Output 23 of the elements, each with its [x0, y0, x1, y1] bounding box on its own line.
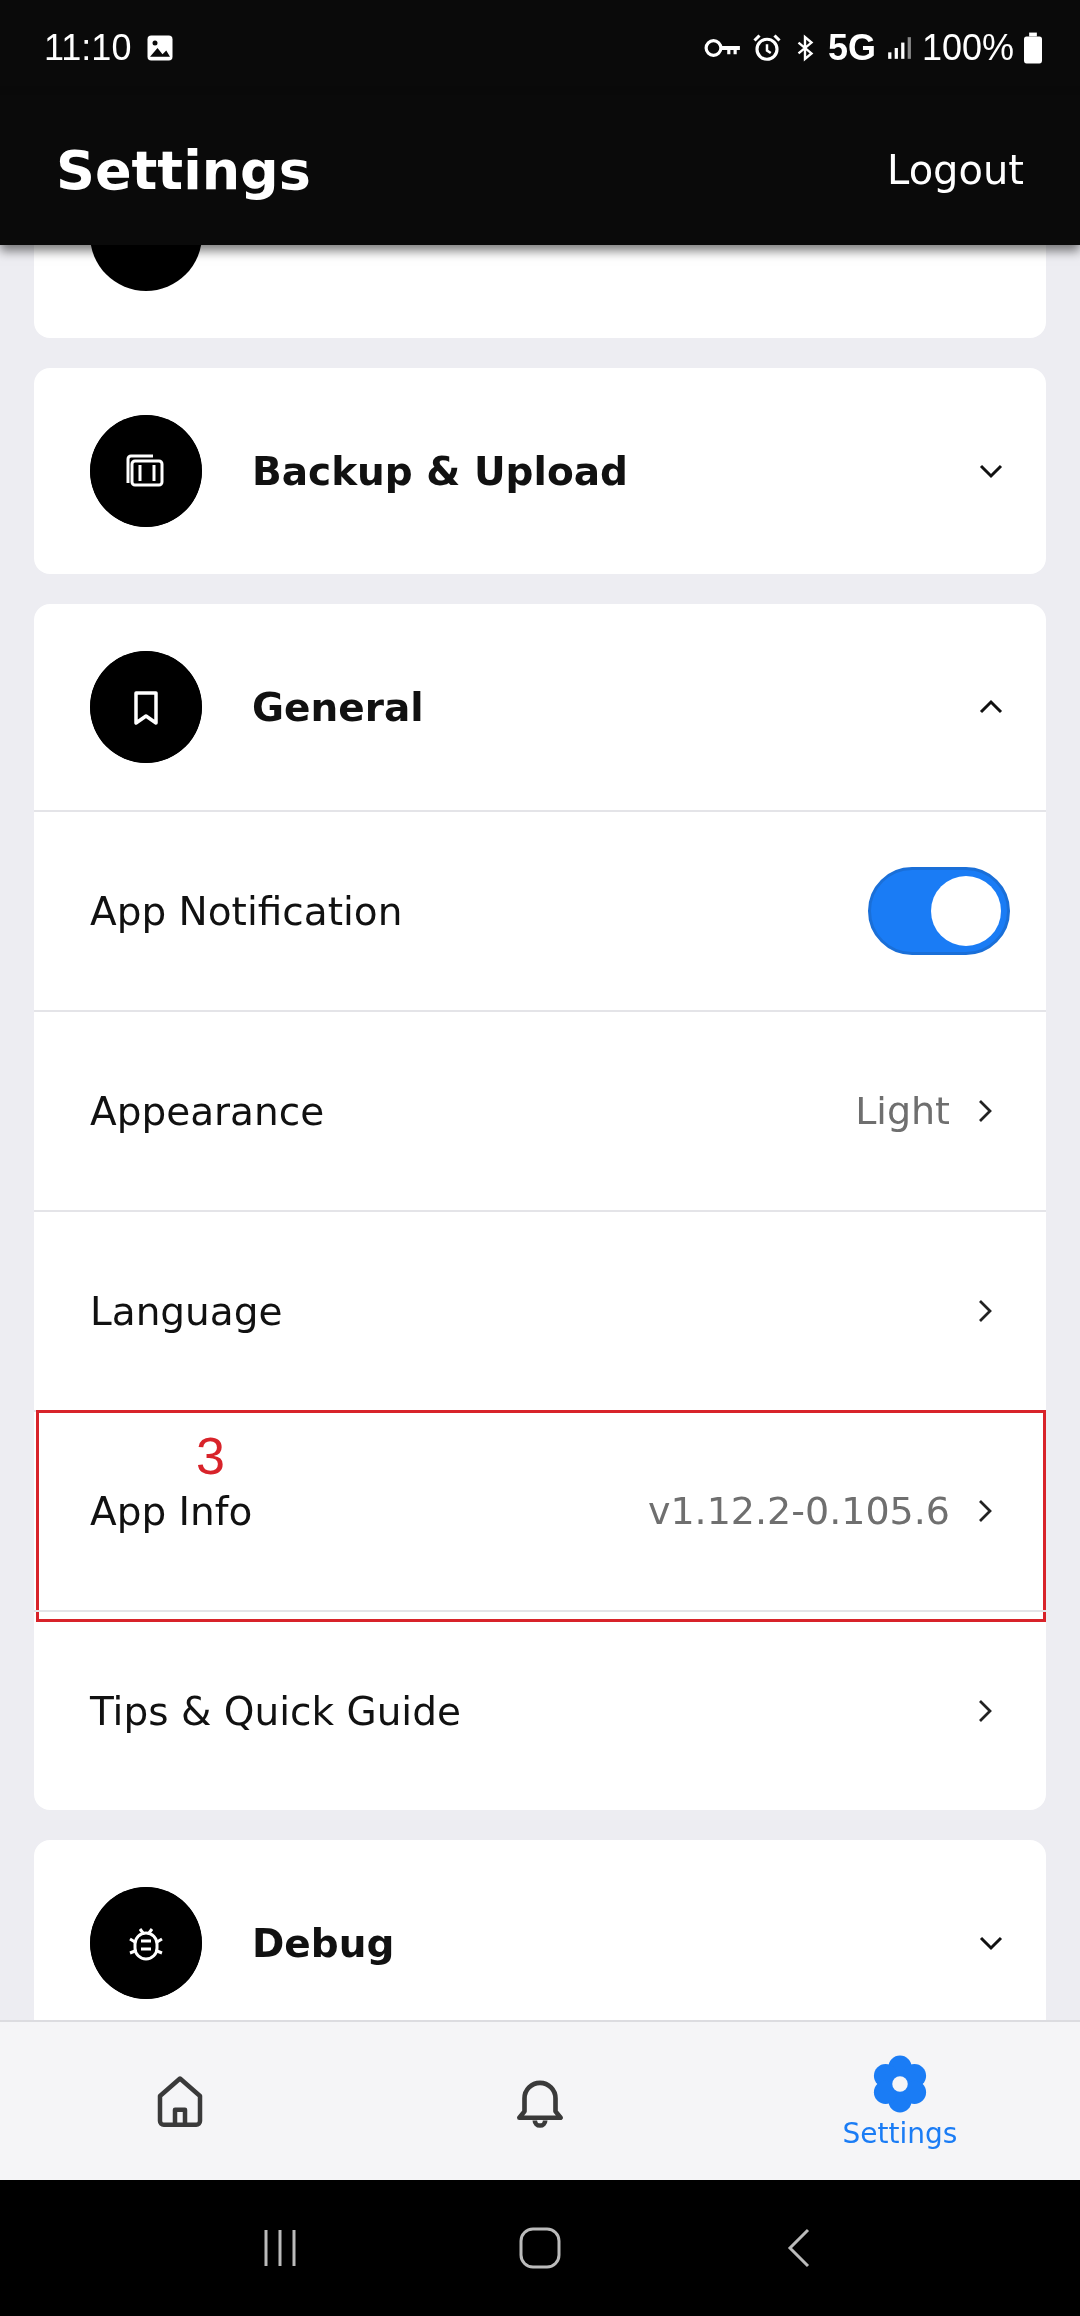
media-icon: [90, 415, 202, 527]
logout-link[interactable]: Logout: [887, 147, 1024, 193]
setting-label: Language: [90, 1288, 284, 1334]
setting-label: App Notification: [90, 888, 404, 934]
nav-label[interactable]: Settings: [842, 2116, 958, 2150]
home-button-icon[interactable]: [518, 2226, 562, 2270]
section-title: Backup & Upload: [252, 448, 629, 494]
setting-label: Tips & Quick Guide: [90, 1688, 462, 1734]
status-time: 11:10: [44, 26, 132, 69]
setting-value: v1.12.2-0.105.6: [647, 1489, 950, 1533]
setting-value: Light: [855, 1089, 950, 1133]
bug-icon: [90, 1887, 202, 1999]
network-label: 5G: [827, 26, 876, 69]
bookmark-icon: [90, 651, 202, 763]
setting-label: App Info: [90, 1488, 254, 1534]
annotation-number: 3: [196, 1430, 225, 1482]
battery-icon: [1024, 31, 1042, 64]
alarm-icon: [751, 32, 782, 63]
section-title: Debug: [252, 1920, 396, 1966]
section-title: General: [252, 684, 425, 730]
page-title: Settings: [56, 138, 311, 202]
setting-label: Appearance: [90, 1088, 326, 1134]
battery-level: 100%: [921, 26, 1014, 69]
